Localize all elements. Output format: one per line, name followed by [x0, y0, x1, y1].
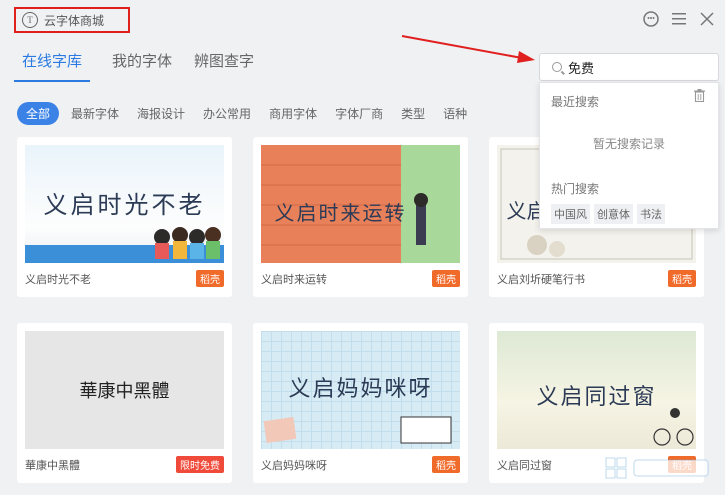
people-illustration — [25, 227, 224, 263]
category-all[interactable]: 全部 — [17, 102, 60, 125]
tab-image-lookup[interactable]: 辨图查字 — [194, 50, 254, 82]
category-commercial[interactable]: 商用字体 — [263, 102, 323, 125]
smile-icon[interactable] — [642, 10, 660, 28]
category-latest[interactable]: 最新字体 — [65, 102, 125, 125]
search-box[interactable] — [539, 53, 719, 81]
font-preview: 華康中黑體 — [25, 331, 224, 449]
paper-illustration — [263, 416, 452, 444]
app-title-box: T 云字体商城 — [14, 7, 130, 33]
empty-history-text: 暂无搜索记录 — [592, 137, 665, 151]
bicycle-illustration — [653, 408, 694, 446]
menu-icon[interactable] — [670, 10, 688, 28]
hot-search-label: 热门搜索 — [551, 182, 600, 196]
status-badge: 稻壳 — [668, 270, 696, 287]
recent-search-label: 最近搜索 — [551, 95, 600, 109]
main-tabs: 在线字库 我的字体 辨图查字 — [14, 50, 254, 82]
category-poster[interactable]: 海报设计 — [131, 102, 191, 125]
font-name: 义启刘圻硬笔行书 — [497, 273, 585, 286]
watermark-logo — [605, 457, 709, 479]
trash-icon[interactable] — [694, 89, 705, 102]
font-card[interactable]: 華康中黑體 華康中黑體 限时免费 — [17, 323, 232, 483]
status-badge: 稻壳 — [432, 456, 460, 473]
font-card[interactable]: 义启时来运转 义启时来运转 稻壳 — [253, 137, 468, 297]
tab-online-library[interactable]: 在线字库 — [14, 50, 91, 82]
close-icon[interactable] — [698, 10, 716, 28]
status-badge: 限时免费 — [176, 456, 224, 473]
font-name: 义启时光不老 — [25, 273, 91, 286]
category-bar: 全部 最新字体 海报设计 办公常用 商用字体 字体厂商 类型 语种 — [17, 102, 473, 125]
font-preview: 义启时光不老 — [25, 145, 224, 263]
hot-search-tags: 中国风 创意体 书法 — [551, 204, 665, 224]
tab-my-fonts[interactable]: 我的字体 — [112, 50, 172, 82]
hot-tag[interactable]: 书法 — [637, 204, 665, 224]
font-card[interactable]: 义启妈妈咪呀 义启妈妈咪呀 稻壳 — [253, 323, 468, 483]
preview-text: 义启时来运转 — [274, 201, 407, 225]
search-input[interactable] — [568, 59, 708, 75]
cloud-icon: T — [22, 12, 38, 28]
category-vendor[interactable]: 字体厂商 — [329, 102, 389, 125]
font-name: 華康中黑體 — [25, 459, 80, 472]
preview-text: 華康中黑體 — [79, 381, 170, 402]
hot-tag[interactable]: 创意体 — [594, 204, 633, 224]
font-name: 义启同过窗 — [497, 459, 552, 472]
font-preview: 义启时来运转 — [261, 145, 460, 263]
search-dropdown: 最近搜索 暂无搜索记录 热门搜索 中国风 创意体 书法 — [539, 82, 719, 229]
category-language[interactable]: 语种 — [437, 102, 473, 125]
font-preview: 义启妈妈咪呀 — [261, 331, 460, 449]
app-title: 云字体商城 — [44, 13, 105, 28]
hot-tag[interactable]: 中国风 — [551, 204, 590, 224]
category-type[interactable]: 类型 — [395, 102, 431, 125]
font-card[interactable]: 义启时光不老 义启时光不老 稻壳 — [17, 137, 232, 297]
search-icon — [552, 62, 562, 72]
font-name: 义启时来运转 — [261, 273, 327, 286]
status-badge: 稻壳 — [196, 270, 224, 287]
font-preview: 义启同过窗 — [497, 331, 696, 449]
status-badge: 稻壳 — [432, 270, 460, 287]
font-name: 义启妈妈咪呀 — [261, 459, 327, 472]
category-office[interactable]: 办公常用 — [197, 102, 257, 125]
title-bar: T 云字体商城 — [0, 0, 725, 40]
